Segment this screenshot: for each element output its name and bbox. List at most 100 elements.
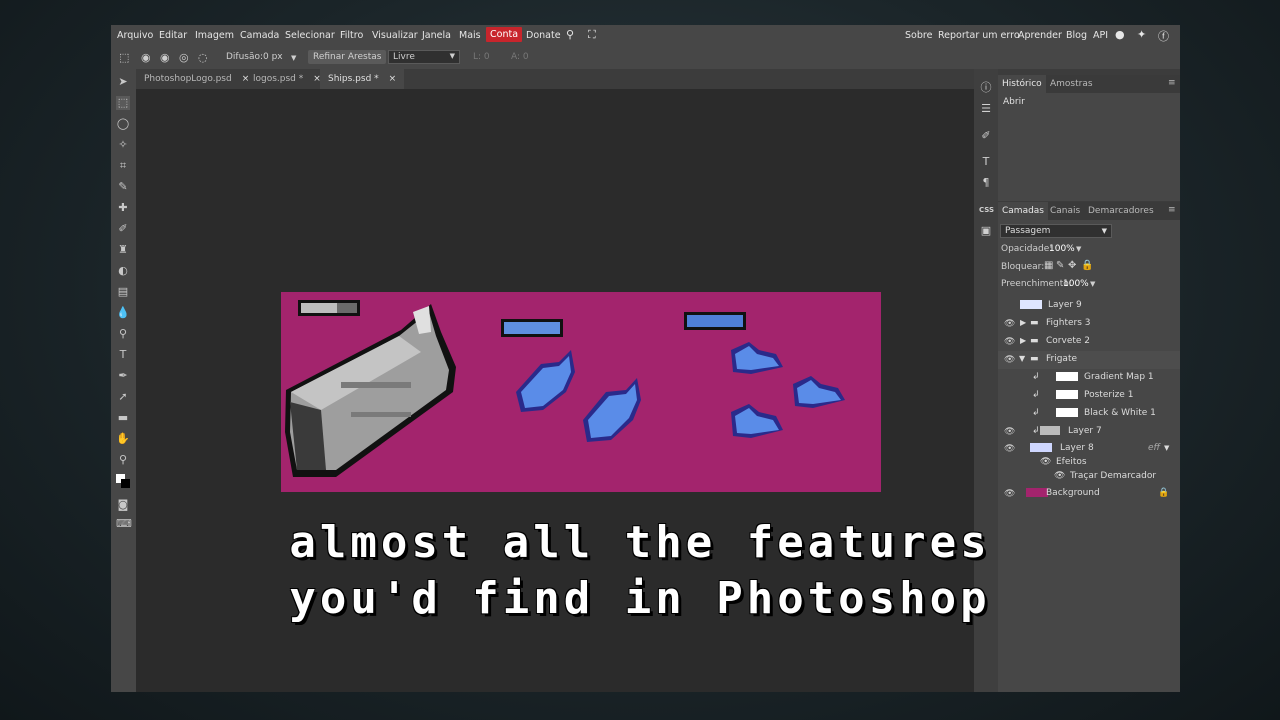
menu-mais[interactable]: Mais [459,30,481,41]
menu-aprender[interactable]: Aprender [1018,30,1062,41]
tab-photoshoplogo[interactable]: PhotoshopLogo.psd × [136,69,257,89]
menu-donate[interactable]: Donate [526,30,561,41]
layer-row[interactable]: Layer 9 [998,297,1180,315]
lasso-tool-icon[interactable]: ◯ [116,117,130,131]
type-tool-icon[interactable]: T [116,348,130,362]
layer-row[interactable]: 👁 Background 🔒 [998,485,1180,503]
dodge-tool-icon[interactable]: ⚲ [116,327,130,341]
chevron-down-icon[interactable]: ▼ [1090,280,1095,288]
tab-canais[interactable]: Canais [1046,202,1084,220]
move-tool-icon[interactable]: ➤ [116,75,130,89]
add-selection-icon[interactable]: ◉ [160,51,170,64]
tab-amostras[interactable]: Amostras [1046,75,1097,93]
visibility-eye-icon[interactable]: 👁 [1004,444,1015,454]
visibility-eye-icon[interactable]: 👁 [1004,489,1015,499]
expand-arrow-icon[interactable]: ▶ [1020,336,1026,345]
menu-reportar-erro[interactable]: Reportar um erro [938,30,1020,41]
new-selection-icon[interactable]: ◉ [141,51,151,64]
close-icon[interactable]: × [389,74,397,84]
facebook-icon[interactable]: ⓕ [1158,28,1169,44]
menu-sobre[interactable]: Sobre [905,30,932,41]
color-swatches-icon[interactable] [116,474,130,488]
expand-arrow-icon[interactable]: ▶ [1020,318,1026,327]
layer-row[interactable]: ↲ Black & White 1 [998,405,1180,423]
layer-row[interactable]: ↲ Gradient Map 1 [998,369,1180,387]
chevron-down-icon[interactable]: ▼ [1076,245,1081,253]
clone-stamp-icon[interactable]: ♜ [116,243,130,257]
panel-menu-icon[interactable]: ≡ [1168,79,1176,88]
tab-camadas[interactable]: Camadas [998,202,1048,220]
height-field[interactable]: A: 0 [511,52,529,62]
marquee-tool-icon[interactable]: ⬚ [119,51,129,64]
menu-arquivo[interactable]: Arquivo [117,30,153,41]
paragraph-icon[interactable]: ¶ [979,176,993,190]
menu-editar[interactable]: Editar [159,30,187,41]
visibility-eye-icon[interactable]: 👁 [1004,355,1015,365]
image-icon[interactable]: ▣ [979,224,993,238]
refine-edges-button[interactable]: Refinar Arestas [308,50,387,64]
document-canvas[interactable] [281,292,881,492]
screen-mode-icon[interactable]: ⌨ [116,517,132,531]
brush-tool-icon[interactable]: ✐ [116,222,130,236]
panel-menu-icon[interactable]: ≡ [1168,206,1176,215]
feather-input[interactable]: 0 px [263,52,283,62]
reddit-icon[interactable]: ● [1115,28,1125,41]
visibility-eye-icon[interactable]: 👁 [1004,337,1015,347]
menu-camada[interactable]: Camada [240,30,279,41]
css-icon[interactable]: CSS [979,203,994,217]
tab-ships[interactable]: Ships.psd * × [320,69,405,89]
menu-janela[interactable]: Janela [422,30,451,41]
menu-blog[interactable]: Blog [1066,30,1087,41]
chevron-down-icon[interactable]: ▼ [291,54,296,62]
info-icon[interactable]: ⓘ [979,81,993,95]
menu-api[interactable]: API [1093,30,1108,41]
effect-row[interactable]: 👁 Traçar Demarcador [998,468,1180,486]
lock-pixels-icon[interactable]: ✎ [1056,260,1064,271]
width-field[interactable]: L: 0 [473,52,490,62]
layer-row[interactable]: 👁 ↲ Layer 7 [998,423,1180,441]
menu-filtro[interactable]: Filtro [340,30,363,41]
chevron-down-icon[interactable]: ▼ [1164,444,1169,452]
path-select-icon[interactable]: ➚ [116,390,130,404]
visibility-eye-icon[interactable]: 👁 [1004,427,1015,437]
healing-brush-icon[interactable]: ✚ [116,201,130,215]
menu-imagem[interactable]: Imagem [195,30,234,41]
collapse-arrow-icon[interactable]: ▼ [1019,354,1025,363]
lock-all-icon[interactable]: 🔒 [1081,260,1093,271]
visibility-eye-icon[interactable]: 👁 [1004,319,1015,329]
opacity-input[interactable]: 100% [1049,244,1075,254]
hand-tool-icon[interactable]: ✋ [116,432,130,446]
layer-row[interactable]: 👁 ▶ ▬ Corvete 2 [998,333,1180,351]
layer-row[interactable]: ↲ Posterize 1 [998,387,1180,405]
fullscreen-icon[interactable]: ⛶ [588,28,596,42]
visibility-eye-icon[interactable]: 👁 [1040,457,1051,467]
shape-tool-icon[interactable]: ▬ [116,411,130,425]
intersect-selection-icon[interactable]: ◌ [198,51,208,64]
magic-wand-icon[interactable]: ✧ [116,138,130,152]
tab-historico[interactable]: Histórico [998,75,1046,93]
visibility-eye-icon[interactable]: 👁 [1054,471,1065,481]
menu-selecionar[interactable]: Selecionar [285,30,335,41]
search-icon[interactable]: ⚲ [566,28,574,41]
lock-transparency-icon[interactable]: ▦ [1044,260,1053,271]
quick-mask-icon[interactable]: ◙ [116,498,130,512]
blur-tool-icon[interactable]: 💧 [116,306,130,320]
menu-conta[interactable]: Conta [486,27,523,42]
marquee-tool-icon[interactable]: ⬚ [116,96,130,110]
menu-visualizar[interactable]: Visualizar [372,30,418,41]
lock-position-icon[interactable]: ✥ [1068,260,1076,271]
brush-settings-icon[interactable]: ✐ [979,129,993,143]
eyedropper-icon[interactable]: ✎ [116,180,130,194]
tab-demarcadores[interactable]: Demarcadores [1084,202,1158,220]
subtract-selection-icon[interactable]: ◎ [179,51,189,64]
gradient-tool-icon[interactable]: ▤ [116,285,130,299]
character-icon[interactable]: T [979,155,993,169]
blend-mode-select[interactable]: Passagem ▼ [1000,224,1112,238]
eraser-tool-icon[interactable]: ◐ [116,264,130,278]
fill-input[interactable]: 100% [1063,279,1089,289]
twitter-icon[interactable]: ✦ [1137,28,1146,41]
zoom-tool-icon[interactable]: ⚲ [116,453,130,467]
layer-row[interactable]: 👁 ▶ ▬ Fighters 3 [998,315,1180,333]
history-item[interactable]: Abrir [1000,95,1173,110]
crop-tool-icon[interactable]: ⌗ [116,159,130,173]
